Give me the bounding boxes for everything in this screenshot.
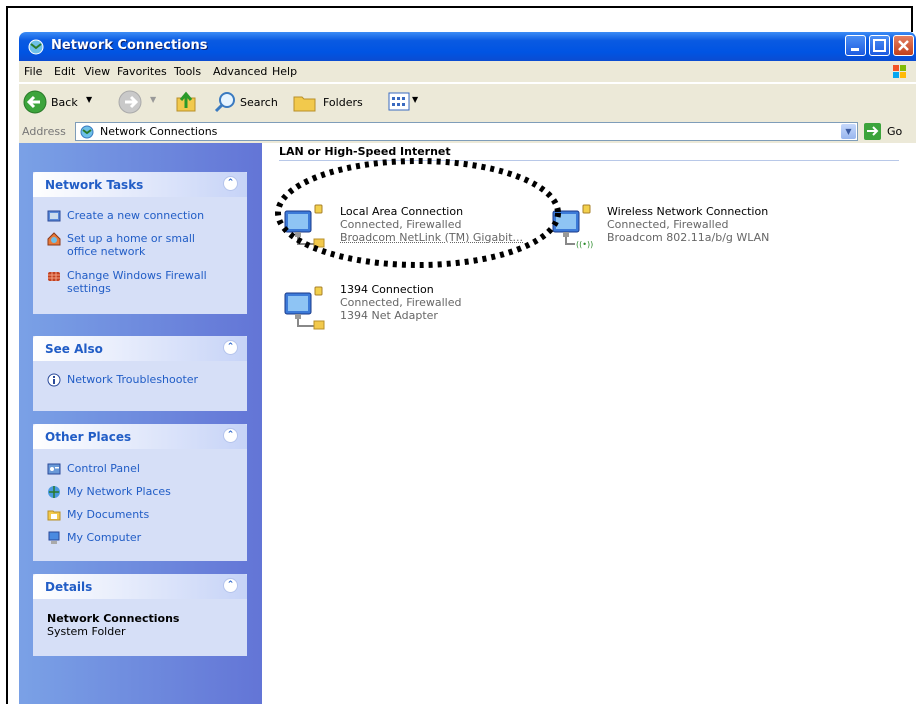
menu-favorites[interactable]: Favorites — [117, 65, 167, 78]
panel-title: Details — [45, 580, 93, 594]
search-icon — [214, 92, 235, 113]
see-also-panel: See Also ⌃ Network Troubleshooter — [33, 336, 247, 411]
minimize-button[interactable] — [845, 35, 866, 56]
address-value: Network Connections — [100, 125, 218, 138]
network-tasks-header[interactable]: Network Tasks ⌃ — [33, 172, 247, 197]
address-bar: Address Network Connections ▼ Go — [19, 121, 916, 143]
details-type: System Folder — [47, 625, 126, 638]
home-network-setup-link[interactable]: Set up a home or small office network — [47, 232, 227, 258]
change-firewall-settings-link[interactable]: Change Windows Firewall settings — [47, 269, 227, 295]
back-label: Back — [51, 96, 78, 109]
network-troubleshooter-link[interactable]: Network Troubleshooter — [47, 373, 198, 387]
collapse-chevron-icon[interactable]: ⌃ — [223, 176, 238, 191]
minimize-icon — [851, 48, 859, 51]
back-dropdown-icon[interactable]: ▼ — [86, 95, 92, 104]
other-places-header[interactable]: Other Places ⌃ — [33, 424, 247, 449]
search-label: Search — [240, 96, 278, 109]
panel-title: Network Tasks — [45, 178, 144, 192]
folders-icon — [293, 96, 316, 112]
details-name: Network Connections — [47, 612, 180, 625]
folders-label: Folders — [323, 96, 363, 109]
title-bar[interactable]: Network Connections — [19, 32, 916, 61]
window-title: Network Connections — [51, 38, 208, 53]
content-pane: LAN or High-Speed Internet Local Area Co… — [262, 143, 916, 704]
documents-folder-icon — [47, 510, 61, 521]
create-new-connection-link[interactable]: Create a new connection — [47, 209, 204, 222]
menu-view[interactable]: View — [84, 65, 110, 78]
views-button[interactable]: ▼ — [388, 90, 424, 114]
views-dropdown-icon: ▼ — [412, 95, 419, 104]
collapse-chevron-icon[interactable]: ⌃ — [223, 578, 238, 593]
folders-button[interactable]: Folders — [293, 90, 373, 114]
go-label: Go — [887, 125, 903, 138]
forward-arrow-icon[interactable] — [118, 90, 142, 114]
forward-dropdown-icon[interactable]: ▼ — [150, 95, 156, 104]
connection-name: Wireless Network Connection — [607, 205, 769, 218]
my-documents-link[interactable]: My Documents — [47, 508, 149, 521]
network-connections-window: Network Connections File Edit View Favor… — [19, 32, 916, 704]
control-panel-icon — [47, 463, 61, 475]
panel-title: Other Places — [45, 430, 132, 444]
menu-tools[interactable]: Tools — [174, 65, 201, 78]
address-input[interactable]: Network Connections ▼ — [75, 122, 858, 141]
network-connections-icon — [28, 39, 44, 55]
menu-file[interactable]: File — [24, 65, 42, 78]
computer-icon — [48, 531, 60, 544]
highlight-ellipse — [275, 158, 561, 268]
wireless-connection-item[interactable]: Wireless Network Connection Connected, F… — [607, 205, 769, 244]
menu-advanced[interactable]: Advanced — [213, 65, 267, 78]
menu-bar: File Edit View Favorites Tools Advanced … — [19, 61, 916, 82]
address-dropdown-icon[interactable]: ▼ — [841, 124, 856, 139]
go-button[interactable]: Go — [864, 122, 914, 141]
close-icon — [898, 40, 909, 51]
firewall-icon — [48, 272, 60, 281]
connection-device: Broadcom 802.11a/b/g WLAN — [607, 231, 770, 244]
panel-title: See Also — [45, 342, 103, 356]
collapse-chevron-icon[interactable]: ⌃ — [223, 428, 238, 443]
see-also-header[interactable]: See Also ⌃ — [33, 336, 247, 361]
views-icon — [388, 92, 410, 111]
connection-status: Connected, Firewalled — [607, 218, 729, 231]
back-arrow-icon — [23, 90, 47, 114]
close-button[interactable] — [893, 35, 914, 56]
details-panel: Details ⌃ Network Connections System Fol… — [33, 574, 247, 656]
maximize-button[interactable] — [869, 35, 890, 56]
address-label: Address — [22, 125, 66, 138]
collapse-chevron-icon[interactable]: ⌃ — [223, 340, 238, 355]
control-panel-link[interactable]: Control Panel — [47, 462, 140, 475]
search-button[interactable]: Search — [214, 90, 286, 114]
info-icon — [47, 373, 61, 387]
go-arrow-icon — [864, 123, 881, 140]
network-tasks-panel: Network Tasks ⌃ Create a new connection … — [33, 172, 247, 314]
maximize-icon — [873, 39, 886, 52]
menu-edit[interactable]: Edit — [54, 65, 75, 78]
back-button[interactable]: Back ▼ — [23, 90, 97, 114]
other-places-panel: Other Places ⌃ Control Panel My Network … — [33, 424, 247, 561]
details-header[interactable]: Details ⌃ — [33, 574, 247, 599]
up-folder-icon[interactable] — [174, 90, 198, 114]
network-connections-icon — [80, 125, 94, 139]
windows-logo-icon — [893, 65, 906, 78]
toolbar: Back ▼ ▼ Search Folders ▼ — [19, 83, 916, 122]
my-network-places-link[interactable]: My Network Places — [47, 485, 171, 498]
network-places-icon — [48, 486, 60, 498]
home-network-icon — [47, 232, 61, 246]
task-pane: Network Tasks ⌃ Create a new connection … — [19, 143, 262, 704]
my-computer-link[interactable]: My Computer — [47, 531, 141, 544]
new-connection-icon — [47, 210, 61, 222]
menu-help[interactable]: Help — [272, 65, 297, 78]
